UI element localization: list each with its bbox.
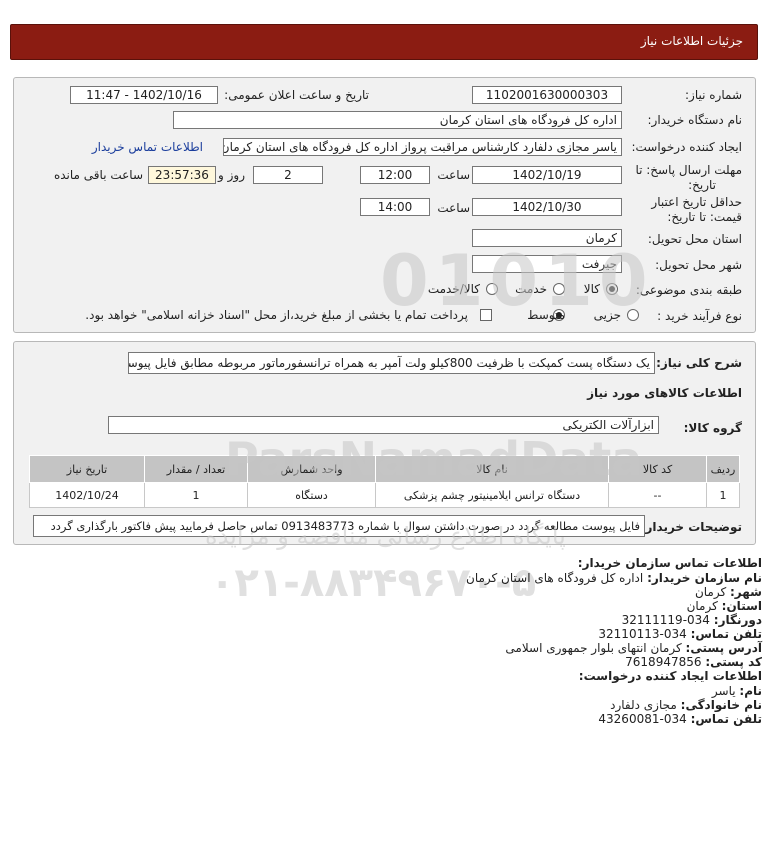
province-field[interactable]: کرمان	[472, 229, 622, 247]
creator-phone-label: تلفن تماس:	[690, 712, 762, 726]
page-title: جزئیات اطلاعات نیاز	[640, 34, 743, 48]
process-label: نوع فرآیند خرید :	[657, 309, 742, 323]
creator-phone-value: 034-43260081	[598, 712, 687, 726]
deadline-label-1: مهلت ارسال پاسخ: تا	[635, 163, 742, 177]
goods-section-title: اطلاعات کالاهای مورد نیاز	[587, 386, 742, 400]
need-number-field[interactable]: 1102001630000303	[472, 86, 622, 104]
treasury-payment-checkbox[interactable]	[480, 309, 492, 321]
deadline-time-field[interactable]: 12:00	[360, 166, 430, 184]
cell-name: دستگاه ترانس ایلامینیتور چشم پزشکی	[375, 482, 609, 508]
creator-first-name: نام: یاسر	[712, 684, 762, 698]
contact-org-label: نام سازمان خریدار:	[647, 571, 762, 585]
column-header-code: کد کالا	[608, 455, 707, 483]
category-radio-goods-service[interactable]	[486, 283, 498, 295]
creator-last-name-value: مجازی دلفارد	[610, 698, 677, 712]
validity-label-1: حداقل تاریخ اعتبار	[651, 195, 742, 209]
deadline-date-field[interactable]: 1402/10/19	[472, 166, 622, 184]
contact-address-value: کرمان انتهای بلوار جمهوری اسلامی	[505, 641, 682, 655]
process-option-medium: متوسط	[527, 308, 565, 322]
days-label: روز و	[218, 168, 245, 182]
contact-city-label: شهر:	[730, 585, 762, 599]
creator-first-name-value: یاسر	[711, 684, 736, 698]
cell-unit: دستگاه	[247, 482, 376, 508]
contact-postal: کد پستی: 7618947856	[625, 655, 762, 669]
contact-city: شهر: کرمان	[695, 585, 762, 599]
page-header: جزئیات اطلاعات نیاز	[10, 24, 758, 60]
buyer-notes-field[interactable]: فایل پیوست مطالعه گردد در صورت داشتن سوا…	[33, 515, 645, 537]
contact-city-value: کرمان	[694, 585, 727, 599]
deadline-time-label: ساعت	[437, 168, 470, 182]
contact-title: اطلاعات تماس سازمان خریدار:	[577, 556, 762, 570]
category-option-goods: کالا	[583, 282, 600, 296]
contact-province-label: استان:	[721, 599, 762, 613]
cell-need-date: 1402/10/24	[29, 482, 145, 508]
goods-group-label: گروه کالا:	[683, 421, 742, 435]
contact-fax: دورنگار: 034-32111119	[622, 613, 762, 627]
contact-province-value: کرمان	[686, 599, 718, 613]
description-field[interactable]: یک دستگاه پست کمپکت با ظرفیت 800کیلو ولت…	[128, 352, 655, 374]
remaining-time-label: ساعت باقی مانده	[53, 168, 143, 182]
goods-table: ردیف کد کالا نام کالا واحد شمارش تعداد /…	[29, 455, 740, 508]
column-header-unit: واحد شمارش	[247, 455, 376, 483]
creator-field[interactable]: یاسر مجازی دلفارد کارشناس مراقبت پرواز ا…	[223, 138, 622, 156]
cell-code: --	[608, 482, 707, 508]
category-option-service: خدمت	[515, 282, 547, 296]
deadline-label-2: تاریخ:	[688, 178, 716, 192]
validity-label-2: قیمت: تا تاریخ:	[667, 210, 742, 224]
city-field[interactable]: جیرفت	[472, 255, 622, 273]
creator-info-title: اطلاعات ایجاد کننده درخواست:	[578, 669, 762, 683]
column-header-quantity: تعداد / مقدار	[144, 455, 248, 483]
column-header-need-date: تاریخ نیاز	[29, 455, 145, 483]
description-label: شرح کلی نیاز:	[656, 356, 742, 370]
creator-label: ایجاد کننده درخواست:	[631, 140, 742, 154]
contact-address-label: آدرس پستی:	[685, 641, 762, 655]
goods-group-field[interactable]: ابزارآلات الکتریکی	[108, 416, 659, 434]
category-option-goods-service: کالا/خدمت	[427, 282, 480, 296]
validity-time-field[interactable]: 14:00	[360, 198, 430, 216]
treasury-payment-note: پرداخت تمام یا بخشی از مبلغ خرید،از محل …	[85, 308, 468, 322]
contact-org-value: اداره کل فرودگاه های استان کرمان	[466, 571, 644, 585]
remaining-time-field: 23:57:36	[148, 166, 216, 184]
contact-postal-value: 7618947856	[625, 655, 702, 669]
validity-time-label: ساعت	[437, 201, 470, 215]
column-header-row: ردیف	[706, 455, 740, 483]
category-label: طبقه بندی موضوعی:	[635, 283, 742, 297]
cell-quantity: 1	[144, 482, 248, 508]
goods-table-header: ردیف کد کالا نام کالا واحد شمارش تعداد /…	[29, 455, 740, 483]
days-field[interactable]: 2	[253, 166, 323, 184]
need-number-label: شماره نیاز:	[685, 88, 742, 102]
creator-last-name: نام خانوادگی: مجازی دلفارد	[610, 698, 762, 712]
category-radio-service[interactable]	[553, 283, 565, 295]
announce-field[interactable]: 1402/10/16 - 11:47	[70, 86, 218, 104]
contact-province: استان: کرمان	[687, 599, 762, 613]
creator-first-name-label: نام:	[739, 684, 762, 698]
contact-postal-label: کد پستی:	[705, 655, 762, 669]
process-radio-minor[interactable]	[627, 309, 639, 321]
announce-label: تاریخ و ساعت اعلان عمومی:	[224, 88, 369, 102]
cell-row: 1	[706, 482, 740, 508]
contact-phone-value: 034-32110113	[598, 627, 687, 641]
process-option-minor: جزیی	[593, 308, 621, 322]
table-row[interactable]: 1 -- دستگاه ترانس ایلامینیتور چشم پزشکی …	[29, 482, 740, 508]
contact-phone-label: تلفن تماس:	[690, 627, 762, 641]
buyer-org-label: نام دستگاه خریدار:	[647, 113, 743, 127]
buyer-notes-label: توضیحات خریدار:	[640, 520, 742, 534]
category-radio-goods[interactable]	[606, 283, 618, 295]
province-label: استان محل تحویل:	[647, 232, 742, 246]
validity-date-field[interactable]: 1402/10/30	[472, 198, 622, 216]
city-label: شهر محل تحویل:	[655, 258, 742, 272]
buyer-contact-link[interactable]: اطلاعات تماس خریدار	[92, 140, 203, 154]
buyer-org-field[interactable]: اداره کل فرودگاه های استان کرمان	[173, 111, 622, 129]
contact-fax-value: 034-32111119	[621, 613, 710, 627]
creator-phone: تلفن تماس: 034-43260081	[598, 712, 762, 726]
contact-org: نام سازمان خریدار: اداره کل فرودگاه های …	[466, 571, 762, 585]
contact-address: آدرس پستی: کرمان انتهای بلوار جمهوری اسل…	[505, 641, 762, 655]
contact-fax-label: دورنگار:	[713, 613, 762, 627]
creator-last-name-label: نام خانوادگی:	[680, 698, 762, 712]
contact-phone: تلفن تماس: 034-32110113	[598, 627, 762, 641]
column-header-name: نام کالا	[375, 455, 609, 483]
